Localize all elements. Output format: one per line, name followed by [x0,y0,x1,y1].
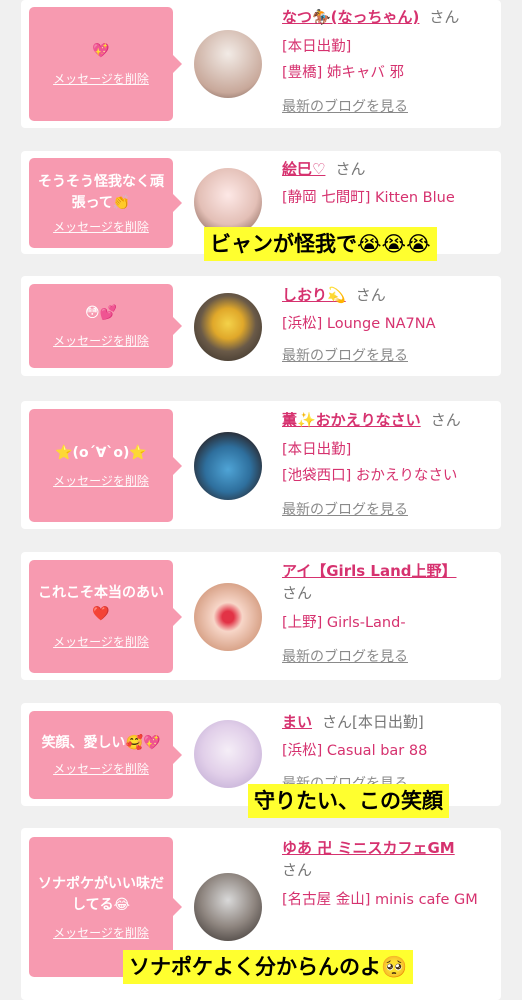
message-bubble: 💖 メッセージを削除 [29,7,182,121]
delete-message-link[interactable]: メッセージを削除 [53,218,149,235]
avatar[interactable] [194,30,262,98]
message-text: これこそ本当のあい❤️ [38,585,164,622]
message-card: 💖 メッセージを削除 なつ🏇(なっちゃん) さん [本日出勤] [豊橋] 姉キャバ… [21,0,501,128]
avatar[interactable] [194,583,262,651]
latest-blog-link[interactable]: 最新のブログを見る [282,646,491,668]
honorific: さん [430,411,461,429]
latest-blog-link[interactable]: 最新のブログを見る [282,345,491,367]
cast-name-link[interactable]: ゆあ 卍 ミニスカフェGM [282,839,455,857]
avatar[interactable] [194,293,262,361]
honorific: さん[本日出勤] [322,713,424,731]
delete-message-link[interactable]: メッセージを削除 [53,472,149,489]
shop-line: [上野] Girls-Land- [282,615,406,631]
cast-name-link[interactable]: なつ🏇(なっちゃん) [282,8,419,26]
avatar[interactable] [194,873,262,941]
shop-line: [静岡 七間町] Kitten Blue [282,190,455,206]
message-text: ソナポケがいい味だしてる😂 [38,875,164,913]
message-bubble: これこそ本当のあい❤️ メッセージを削除 [29,560,182,673]
delete-message-link[interactable]: メッセージを削除 [53,70,149,87]
avatar[interactable] [194,720,262,788]
shop-line: [浜松] Lounge NA7NA [282,316,436,332]
status-line: [本日出勤] [282,442,352,458]
shop-line: [浜松] Casual bar 88 [282,743,428,759]
avatar[interactable] [194,432,262,500]
message-card: これこそ本当のあい❤️ メッセージを削除 アイ【Girls Land上野】 さん… [21,552,501,680]
message-text: そうそう怪我なく頑張って👏 [38,173,164,211]
delete-message-link[interactable]: メッセージを削除 [53,760,149,777]
cast-name-link[interactable]: アイ【Girls Land上野】 [282,562,457,580]
latest-blog-link[interactable]: 最新のブログを見る [282,96,491,118]
cast-name-link[interactable]: 薫✨おかえりなさい [282,411,421,429]
cast-name-link[interactable]: 絵巳♡ [282,160,325,178]
message-bubble: 😳💕 メッセージを削除 [29,284,182,368]
shop-line: [池袋西口] おかえりなさい [282,468,458,484]
status-line: [本日出勤] [282,39,352,55]
avatar[interactable] [194,168,262,236]
message-card: ⭐(o´∀`o)⭐ メッセージを削除 薫✨おかえりなさい さん [本日出勤] [池… [21,401,501,529]
message-bubble: 笑顔、愛しい🥰💖 メッセージを削除 [29,711,182,799]
delete-message-link[interactable]: メッセージを削除 [53,633,149,650]
honorific: さん [429,8,460,26]
honorific: さん [335,160,366,178]
caption-overlay: ソナポケよく分からんのよ🥺 [123,950,414,984]
message-text: 笑顔、愛しい🥰💖 [41,735,161,751]
message-text: 💖 [92,43,110,59]
message-bubble: ⭐(o´∀`o)⭐ メッセージを削除 [29,409,182,522]
honorific: さん [355,286,386,304]
delete-message-link[interactable]: メッセージを削除 [53,924,149,941]
caption-overlay: 守りたい、この笑顔 [248,784,449,818]
cast-name-link[interactable]: しおり💫 [282,286,346,304]
caption-overlay: ビャンが怪我で😭😭😭 [204,227,437,261]
honorific: さん [282,861,313,879]
message-text: 😳💕 [84,305,118,321]
message-card: 😳💕 メッセージを削除 しおり💫 さん [浜松] Lounge NA7NA 最新の… [21,276,501,376]
latest-blog-link[interactable]: 最新のブログを見る [282,499,491,521]
shop-line: [豊橋] 姉キャバ 邪 [282,65,405,81]
message-bubble: そうそう怪我なく頑張って👏 メッセージを削除 [29,158,182,248]
message-text: ⭐(o´∀`o)⭐ [55,444,147,461]
honorific: さん [282,584,313,602]
shop-line: [名古屋 金山] minis cafe GM [282,892,478,908]
delete-message-link[interactable]: メッセージを削除 [53,332,149,349]
cast-name-link[interactable]: まい [282,713,312,731]
